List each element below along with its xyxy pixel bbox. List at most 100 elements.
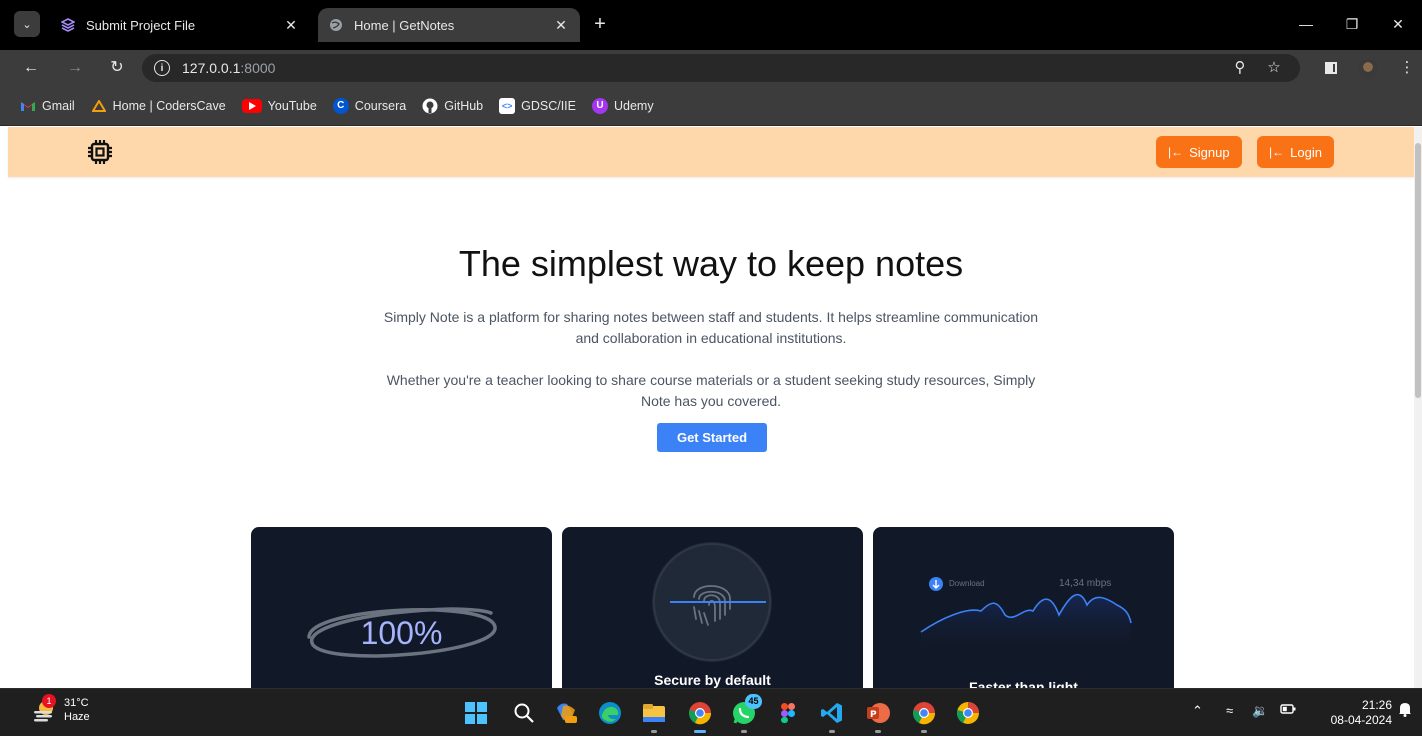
wifi-icon[interactable]: ≈ <box>1226 703 1233 718</box>
bookmark-coursera[interactable]: C Coursera <box>332 97 407 114</box>
taskbar-app-vscode[interactable] <box>816 697 848 733</box>
bookmark-star-icon[interactable]: ☆ <box>1260 54 1288 82</box>
login-button[interactable]: |← Login <box>1257 136 1334 168</box>
udemy-icon: U <box>592 97 608 114</box>
login-label: Login <box>1290 144 1322 160</box>
chrome-icon <box>957 702 979 724</box>
chevron-up-icon: ⌃ <box>1192 703 1203 718</box>
bookmark-udemy[interactable]: U Udemy <box>592 97 654 114</box>
taskbar-app-copilot[interactable] <box>550 697 582 729</box>
taskbar-app-chrome-secondary[interactable] <box>952 697 984 729</box>
bookmark-github[interactable]: GitHub <box>422 98 483 114</box>
close-icon[interactable]: ✕ <box>552 17 570 34</box>
reload-button[interactable]: ↻ <box>104 55 130 81</box>
weather-haze-icon: 1 <box>32 694 58 723</box>
running-indicator <box>921 730 927 733</box>
minimize-button[interactable]: — <box>1288 12 1324 36</box>
chip-logo-icon[interactable] <box>86 138 114 166</box>
bookmark-label: Udemy <box>614 98 654 113</box>
coursera-icon: C <box>332 97 349 114</box>
tab-title: Home | GetNotes <box>354 17 455 33</box>
login-arrow-icon: |← <box>1269 145 1285 159</box>
bookmark-label: GitHub <box>444 98 484 113</box>
battery-icon[interactable] <box>1280 703 1296 718</box>
taskbar-app-chrome-profile[interactable] <box>908 697 940 733</box>
tab-search-button[interactable]: ⌄ <box>14 11 40 37</box>
minimize-icon: — <box>1299 16 1313 32</box>
notification-bell-icon[interactable] <box>1398 701 1412 720</box>
bookmark-label: YouTube <box>267 98 317 113</box>
youtube-icon <box>241 98 262 113</box>
chrome-icon <box>689 702 712 725</box>
copilot-icon <box>557 703 577 723</box>
running-indicator <box>651 730 657 733</box>
profile-avatar[interactable] <box>1358 59 1378 79</box>
download-label: Download <box>949 579 985 588</box>
folder-icon <box>643 704 665 722</box>
active-indicator <box>694 730 706 733</box>
system-clock[interactable]: 21:26 08-04-2024 <box>1316 698 1392 728</box>
tab-title: Submit Project File <box>86 17 196 33</box>
side-panel-icon[interactable] <box>1318 55 1344 81</box>
signup-button[interactable]: |← Signup <box>1156 136 1242 168</box>
tab-submit-project-file[interactable]: Submit Project File ✕ <box>50 8 310 42</box>
bookmark-label: Gmail <box>42 98 75 113</box>
running-indicator <box>741 730 747 733</box>
zoom-icon[interactable]: ⚲ <box>1226 54 1254 82</box>
fingerprint-graphic <box>652 542 772 662</box>
bookmarks-bar: Gmail Home | CodersCave YouTube C Course… <box>0 86 1422 126</box>
more-menu-icon[interactable]: ⋮ <box>1394 55 1420 81</box>
card-title: Faster than light <box>969 679 1078 688</box>
windows-logo-icon <box>465 702 487 724</box>
new-tab-button[interactable]: + <box>588 12 612 36</box>
bookmark-coderscave[interactable]: Home | CodersCave <box>91 98 226 114</box>
scrollbar-thumb[interactable] <box>1415 143 1421 398</box>
tab-home-getnotes[interactable]: Home | GetNotes ✕ <box>318 8 580 42</box>
bookmark-youtube[interactable]: YouTube <box>241 98 317 113</box>
login-arrow-icon: |← <box>1168 145 1184 159</box>
bookmark-label: Coursera <box>354 98 407 113</box>
weather-badge: 1 <box>42 694 56 708</box>
show-hidden-icons-button[interactable]: ⌃ <box>1192 703 1203 719</box>
close-icon[interactable]: ✕ <box>282 17 300 34</box>
weather-widget[interactable]: 1 31°C Haze <box>32 694 90 724</box>
edge-icon <box>599 702 621 724</box>
taskbar-app-file-explorer[interactable] <box>638 697 670 733</box>
page-scrollbar[interactable] <box>1414 127 1422 688</box>
bookmark-label: Home | CodersCave <box>112 98 226 113</box>
feature-card-secure: Secure by default <box>562 527 863 688</box>
site-info-icon[interactable]: i <box>154 60 170 76</box>
hero-paragraph-1: Simply Note is a platform for sharing no… <box>383 309 1039 346</box>
taskbar-app-powerpoint[interactable]: P <box>862 697 894 733</box>
notification-count: 45 <box>745 694 762 709</box>
start-button[interactable] <box>460 697 492 729</box>
search-button[interactable] <box>508 697 540 729</box>
bookmark-label: GDSC/IIE <box>521 98 576 113</box>
forward-button[interactable]: → <box>62 55 88 81</box>
taskbar-app-whatsapp[interactable]: 45 <box>728 694 762 733</box>
card-title: Secure by default <box>654 672 771 688</box>
weather-condition: Haze <box>64 711 90 723</box>
gdsc-icon: <> <box>499 97 516 114</box>
address-bar[interactable]: i 127.0.0.1:8000 <box>142 54 1300 82</box>
bookmark-gdsc[interactable]: <> GDSC/IIE <box>499 97 576 114</box>
scribble-ellipse-graphic <box>307 607 497 658</box>
taskbar-app-edge[interactable] <box>594 697 626 729</box>
volume-icon[interactable]: 🔉 <box>1252 703 1268 719</box>
windows-taskbar: 1 31°C Haze 45 P ⌃ ≈ 🔉 21:26 08-04-2024 <box>0 688 1422 736</box>
gmail-icon <box>20 98 36 114</box>
close-window-button[interactable]: ✕ <box>1380 12 1416 36</box>
hero-title: The simplest way to keep notes <box>458 243 964 284</box>
speed-graph-graphic <box>920 577 1132 657</box>
svg-text:P: P <box>870 710 877 720</box>
restore-button[interactable]: ❐ <box>1334 12 1370 36</box>
speed-value: 14,34 mbps <box>1059 578 1112 589</box>
taskbar-app-chrome[interactable] <box>684 697 716 733</box>
close-icon: ✕ <box>1392 16 1404 32</box>
get-started-button[interactable]: Get Started <box>657 423 767 452</box>
back-button[interactable]: ← <box>18 55 44 81</box>
vscode-icon <box>821 703 842 723</box>
bookmark-gmail[interactable]: Gmail <box>20 98 75 114</box>
taskbar-app-figma[interactable] <box>772 697 804 729</box>
reload-icon: ↻ <box>110 59 124 76</box>
